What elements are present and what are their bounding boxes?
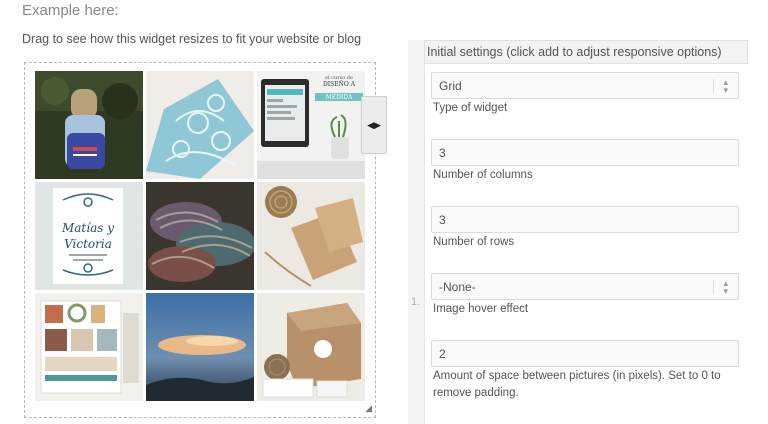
settings-header[interactable]: Initial settings (click add to adjust re… bbox=[424, 40, 748, 64]
left-right-arrows-icon[interactable]: ◀▶ bbox=[361, 96, 387, 154]
notebooks-twine-photo bbox=[257, 182, 365, 290]
spacing-label: Amount of space between pictures (in pix… bbox=[433, 370, 721, 399]
svg-text:Victoria: Victoria bbox=[64, 237, 112, 251]
widget-type-select[interactable]: Grid ▴ ▾ bbox=[431, 72, 739, 99]
rows-input[interactable]: 3 bbox=[431, 206, 739, 233]
sunset-sky-photo bbox=[146, 293, 254, 401]
wedding-invitation-photo: Matías y Victoria bbox=[35, 182, 143, 290]
widget-preview: el curso de DISEÑO A MEDIDA Matías y Vic… bbox=[24, 62, 376, 418]
columns-value: 3 bbox=[439, 146, 446, 160]
rows-label: Number of rows bbox=[433, 236, 515, 248]
spacing-input[interactable]: 2 bbox=[431, 340, 739, 367]
resize-corner-icon[interactable]: ◢ bbox=[365, 403, 372, 414]
blue-lace-fabric-photo bbox=[146, 71, 254, 179]
girl-backpack-photo bbox=[35, 71, 143, 179]
svg-text:MEDIDA: MEDIDA bbox=[326, 94, 354, 101]
kraft-box-photo bbox=[257, 293, 365, 401]
stationery-collage-photo bbox=[35, 293, 143, 401]
hover-effect-value: -None- bbox=[439, 280, 476, 294]
hover-effect-label: Image hover effect bbox=[433, 303, 529, 315]
up-down-caret-icon: ▴ ▾ bbox=[723, 278, 728, 296]
yarn-skeins-photo bbox=[146, 182, 254, 290]
up-down-caret-icon: ▴ ▾ bbox=[723, 77, 728, 95]
svg-text:Matías y: Matías y bbox=[61, 221, 114, 235]
widget-type-value: Grid bbox=[439, 79, 462, 93]
panel-number: 1. bbox=[411, 296, 421, 308]
hover-effect-select[interactable]: -None- ▴ ▾ bbox=[431, 273, 739, 300]
panel-number-column: 1. bbox=[408, 40, 425, 424]
widget-type-label: Type of widget bbox=[433, 102, 508, 114]
select-divider bbox=[713, 79, 714, 93]
rows-value: 3 bbox=[439, 213, 446, 227]
columns-input[interactable]: 3 bbox=[431, 139, 739, 166]
spacing-value: 2 bbox=[439, 347, 446, 361]
instructions-text: Drag to see how this widget resizes to f… bbox=[22, 32, 362, 46]
columns-label: Number of columns bbox=[433, 169, 533, 181]
page-heading: Example here: bbox=[22, 2, 119, 19]
settings-panel: Grid ▴ ▾ Type of widget 3 Number of colum… bbox=[424, 64, 749, 424]
svg-text:DISEÑO A: DISEÑO A bbox=[323, 80, 356, 88]
laptop-design-photo: el curso de DISEÑO A MEDIDA bbox=[257, 71, 365, 179]
select-divider bbox=[713, 280, 714, 294]
photo-grid: el curso de DISEÑO A MEDIDA Matías y Vic… bbox=[35, 71, 365, 401]
